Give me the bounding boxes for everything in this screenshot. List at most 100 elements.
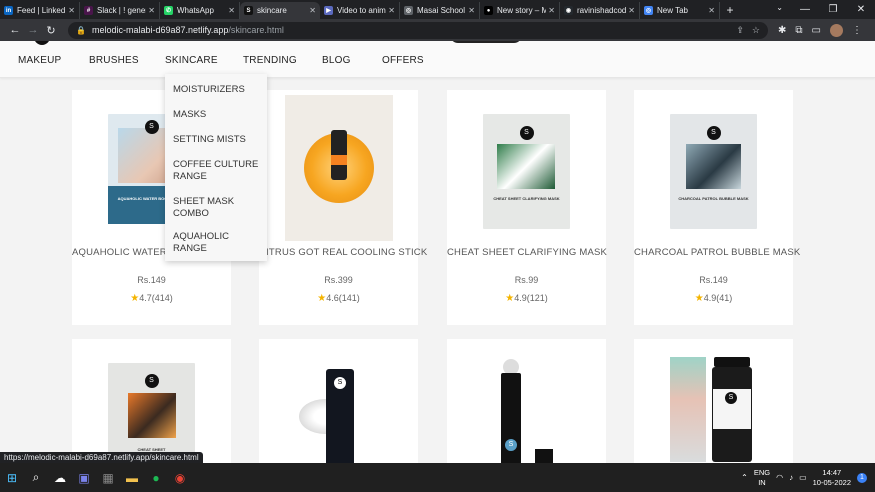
product-card[interactable]: S: [634, 339, 793, 463]
site-navbar: MAKEUP BRUSHES SKINCARE TRENDING BLOG OF…: [0, 41, 875, 78]
close-window-icon[interactable]: ✕: [847, 0, 875, 19]
date-label: 10-05-2022: [812, 477, 851, 487]
teams-icon[interactable]: ▣: [72, 466, 96, 490]
product-title[interactable]: CHARCOAL PATROL BUBBLE MASK: [634, 247, 800, 258]
cap: [535, 449, 553, 463]
search-pill[interactable]: [450, 41, 522, 43]
product-image[interactable]: S CHEAT SHEET CLARIFYING MASK: [483, 114, 570, 229]
region-label: IN: [758, 477, 766, 487]
dropdown-item-coffee-culture[interactable]: COFFEE CULTURE RANGE: [173, 159, 263, 183]
close-icon[interactable]: ✕: [628, 6, 635, 15]
tab-label: WhatsApp: [177, 6, 214, 15]
tab-video[interactable]: ▶ Video to anim ✕: [320, 2, 400, 19]
wifi-icon[interactable]: ◠: [776, 473, 783, 482]
sugar-logo-icon: S: [706, 125, 721, 140]
dropdown-item-moisturizers[interactable]: MOISTURIZERS: [173, 84, 263, 96]
star-icon: ★: [694, 293, 704, 304]
close-icon[interactable]: ✕: [388, 6, 395, 15]
tab-label: Feed | LinkedIn: [17, 6, 66, 15]
battery-icon[interactable]: ▭: [799, 473, 807, 482]
dropdown-item-sheet-mask-combo[interactable]: SHEET MASK COMBO: [173, 196, 263, 220]
tab-whatsapp[interactable]: ✆ WhatsApp ✕: [160, 2, 240, 19]
product-title[interactable]: CITRUS GOT REAL COOLING STICK: [259, 247, 427, 258]
close-icon[interactable]: ✕: [309, 6, 316, 15]
close-icon[interactable]: ✕: [228, 6, 235, 15]
medium-icon: ●: [484, 6, 493, 15]
time-label: 14:47: [822, 467, 842, 477]
slack-icon: #: [84, 6, 93, 15]
dropdown-item-aquaholic[interactable]: AQUAHOLIC RANGE: [173, 231, 263, 255]
nav-makeup[interactable]: MAKEUP: [18, 55, 61, 66]
windows-start-icon[interactable]: ⊞: [0, 466, 24, 490]
menu-icon[interactable]: ⋮: [852, 25, 862, 36]
chrome-icon: ◎: [644, 6, 653, 15]
product-card[interactable]: S CHEAT SHEET: [72, 339, 231, 463]
lock-icon[interactable]: 🔒: [76, 26, 86, 35]
tab-masai[interactable]: ◎ Masai School ✕: [400, 2, 480, 19]
dropdown-item-setting-mists[interactable]: SETTING MISTS: [173, 134, 263, 146]
notification-badge[interactable]: 1: [857, 472, 867, 483]
address-bar[interactable]: 🔒 melodic-malabi-d69a87.netlify.app/skin…: [68, 21, 768, 39]
search-icon[interactable]: ⌕: [24, 466, 48, 490]
product-box[interactable]: [670, 357, 706, 462]
tab-skincare[interactable]: S skincare ✕: [240, 2, 320, 19]
speaker-icon[interactable]: ♪: [789, 473, 793, 482]
product-title[interactable]: CHEAT SHEET CLARIFYING MASK: [447, 247, 607, 258]
nav-trending[interactable]: TRENDING: [243, 55, 297, 66]
nav-offers[interactable]: OFFERS: [382, 55, 424, 66]
reload-icon[interactable]: ↻: [42, 24, 60, 37]
tab-search-icon[interactable]: ⌄: [776, 3, 783, 12]
clock[interactable]: 14:47 10-05-2022: [813, 468, 851, 488]
product-price: Rs.149: [137, 275, 166, 285]
product-card[interactable]: S: [447, 339, 606, 463]
rating-value: 4.6(141): [326, 293, 360, 303]
product-card[interactable]: CITRUS GOT REAL COOLING STICK Rs.399 ★4.…: [259, 90, 427, 325]
product-rating: ★4.9(41): [634, 293, 793, 304]
browser-tab-strip: in Feed | LinkedIn ✕ # Slack | ! general…: [0, 0, 875, 19]
forward-icon[interactable]: →: [24, 24, 42, 36]
product-card[interactable]: S: [259, 339, 418, 463]
nav-skincare[interactable]: SKINCARE: [165, 55, 218, 66]
product-card[interactable]: S CHARCOAL PATROL BUBBLE MASK CHARCOAL P…: [634, 90, 800, 325]
tab-linkedin[interactable]: in Feed | LinkedIn ✕: [0, 2, 80, 19]
back-icon[interactable]: ←: [6, 24, 24, 36]
product-card[interactable]: S CHEAT SHEET CLARIFYING MASK CHEAT SHEE…: [447, 90, 607, 325]
tab-slack[interactable]: # Slack | ! general ✕: [80, 2, 160, 19]
spotify-icon[interactable]: ●: [144, 466, 168, 490]
product-image[interactable]: S CHEAT SHEET: [108, 363, 195, 463]
url-host: melodic-malabi-d69a87.netlify.app: [91, 25, 229, 35]
close-icon[interactable]: ✕: [548, 6, 555, 15]
chevron-up-icon[interactable]: ⌃: [741, 473, 748, 482]
store-icon[interactable]: ▦: [96, 466, 120, 490]
close-icon[interactable]: ✕: [148, 6, 155, 15]
close-icon[interactable]: ✕: [708, 6, 715, 15]
restore-icon[interactable]: ❐: [819, 0, 847, 19]
new-tab-button[interactable]: +: [720, 2, 740, 19]
folder-icon[interactable]: ▬: [120, 466, 144, 490]
chrome-taskbar-icon[interactable]: ◉: [168, 466, 192, 490]
nav-brushes[interactable]: BRUSHES: [89, 55, 139, 66]
profile-avatar[interactable]: [829, 23, 843, 37]
sugar-logo-icon: S: [144, 374, 159, 388]
bookmark-star-icon[interactable]: ☆: [752, 25, 760, 36]
swan-art: [497, 144, 555, 189]
minimize-icon[interactable]: —: [791, 0, 819, 19]
share-icon[interactable]: ⇪: [736, 25, 744, 36]
puzzle-icon[interactable]: ⧉: [795, 25, 802, 36]
tab-label: ravinishadcod: [577, 6, 627, 15]
nav-blog[interactable]: BLOG: [322, 55, 351, 66]
tab-new[interactable]: ◎ New Tab ✕: [640, 2, 720, 19]
cloud-icon[interactable]: ☁: [48, 466, 72, 490]
close-icon[interactable]: ✕: [468, 6, 475, 15]
product-image[interactable]: [285, 95, 393, 241]
sidepanel-icon[interactable]: ▭: [812, 25, 821, 36]
tab-github[interactable]: ◉ ravinishadcod ✕: [560, 2, 640, 19]
extensions-icon[interactable]: ✱: [778, 25, 786, 36]
close-icon[interactable]: ✕: [68, 6, 75, 15]
language-indicator[interactable]: ENG IN: [754, 468, 770, 488]
dropdown-item-masks[interactable]: MASKS: [173, 109, 263, 121]
sugar-logo-icon: S: [505, 439, 517, 451]
tab-medium[interactable]: ● New story – M ✕: [480, 2, 560, 19]
mask-title: CHARCOAL PATROL BUBBLE MASK: [678, 196, 749, 201]
product-image[interactable]: S CHARCOAL PATROL BUBBLE MASK: [670, 114, 757, 229]
